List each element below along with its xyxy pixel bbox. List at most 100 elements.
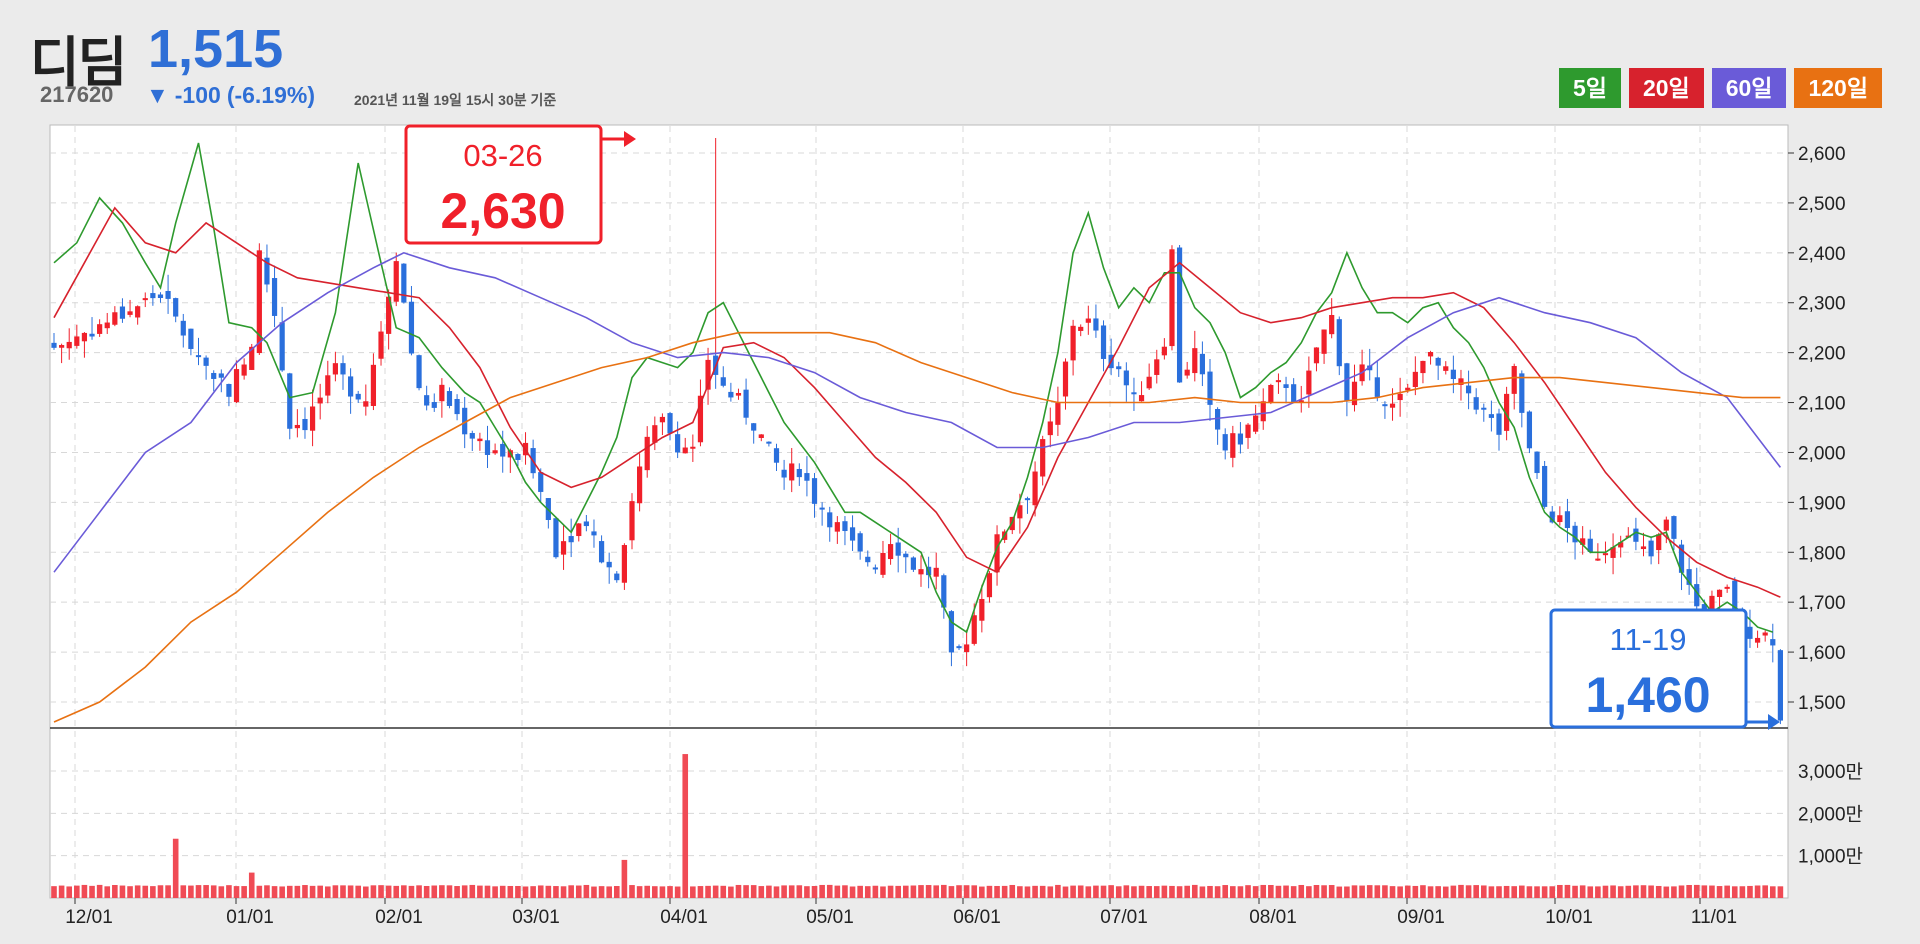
candle-body	[629, 501, 635, 541]
candle-body	[1473, 397, 1479, 410]
candle-body	[606, 561, 612, 568]
candle-body	[241, 364, 247, 376]
volume-bar	[408, 885, 415, 898]
candle-body	[614, 573, 620, 581]
volume-bar	[1176, 886, 1183, 898]
candle-body	[287, 373, 293, 429]
candle-body	[1100, 325, 1107, 359]
volume-bar	[1313, 884, 1320, 898]
volume-bar	[1237, 886, 1244, 898]
y-tick-label: 1,900	[1798, 493, 1846, 514]
volume-bar	[553, 886, 559, 898]
volume-bar	[1199, 886, 1206, 898]
candle-body	[1199, 353, 1205, 375]
volume-bar	[864, 886, 871, 898]
candle-body	[1146, 376, 1152, 389]
volume-bar	[530, 886, 536, 898]
candle-body	[849, 527, 856, 541]
volume-bar	[302, 885, 308, 898]
volume-bar	[1336, 886, 1343, 898]
volume-bar	[286, 885, 293, 898]
volume-bar	[1480, 885, 1487, 898]
volume-bar	[857, 885, 863, 898]
candle-body	[743, 389, 749, 418]
candle-body	[1131, 392, 1137, 395]
candle-body	[728, 391, 734, 398]
candle-body	[1382, 404, 1388, 407]
candle-body	[226, 383, 232, 397]
candle-body	[492, 450, 498, 454]
volume-bar	[690, 886, 696, 898]
volume-bar	[781, 885, 787, 898]
candle-body	[1443, 366, 1449, 371]
candle-body	[1055, 402, 1061, 425]
candle-body	[340, 363, 346, 375]
volume-bar	[766, 885, 772, 898]
candle-body	[81, 332, 88, 342]
volume-bar	[1519, 885, 1525, 898]
volume-bar	[248, 872, 255, 898]
volume-bar	[1032, 885, 1038, 898]
candle-body	[880, 552, 886, 575]
volume-bar	[1534, 886, 1540, 898]
date-axis: 12/01 01/01 02/01 03/01 04/01 05/01 06/01 07/01…	[65, 898, 1737, 928]
candle-body	[819, 507, 825, 510]
volume-bar	[1344, 886, 1350, 898]
volume-bar	[1184, 885, 1190, 898]
volume-bar	[309, 885, 316, 898]
volume-bar	[1146, 886, 1152, 898]
volume-tick-label: 1,000만	[1798, 846, 1863, 868]
candle-body	[1397, 393, 1403, 401]
candle-body	[271, 278, 278, 316]
candle-body	[439, 384, 445, 402]
candle-body	[1237, 433, 1244, 445]
volume-bar	[887, 885, 894, 898]
volume-bar	[1055, 884, 1061, 898]
volume-bar	[96, 884, 103, 898]
volume-bar	[1739, 886, 1746, 898]
candle-body	[1412, 371, 1418, 387]
volume-bar	[317, 885, 323, 898]
candle-body	[1268, 385, 1274, 403]
volume-bar	[1290, 886, 1297, 898]
volume-bar	[712, 885, 719, 898]
candle-body	[408, 301, 415, 354]
candle-body	[1321, 329, 1327, 354]
stock-chart[interactable]: 2,600 2,500 2,400 2,300 2,200 2,100 2,000 1,900…	[0, 0, 1920, 944]
candle-body	[1526, 411, 1533, 449]
volume-bar	[1153, 886, 1160, 898]
candle-body	[1762, 632, 1768, 636]
volume-bar	[1465, 885, 1472, 898]
candle-body	[97, 324, 103, 334]
volume-bar	[880, 886, 886, 898]
candle-body	[781, 469, 787, 478]
candle-body	[1595, 558, 1601, 561]
candle-body	[1313, 347, 1320, 364]
volume-bar	[66, 886, 73, 898]
volume-bar	[560, 886, 567, 898]
volume-bar	[1009, 884, 1016, 898]
candle-body	[1161, 346, 1167, 356]
candle-body	[1040, 439, 1046, 477]
x-tick-label: 03/01	[512, 907, 560, 928]
candle-body	[424, 395, 430, 406]
candle-body	[1062, 361, 1069, 397]
volume-bar	[431, 885, 438, 898]
volume-bar	[773, 886, 780, 898]
candle-body	[89, 333, 95, 337]
volume-bar	[104, 886, 111, 898]
candle-body	[735, 392, 742, 396]
volume-bar	[811, 885, 818, 898]
volume-bar	[1625, 885, 1632, 898]
volume-bar	[469, 884, 476, 898]
candle-body	[675, 434, 681, 453]
volume-bar	[1716, 886, 1723, 898]
volume-bar	[705, 885, 711, 898]
candle-body	[971, 615, 977, 644]
candle-body	[1374, 377, 1380, 397]
volume-bar	[1062, 886, 1069, 898]
chart-svg[interactable]: 2,600 2,500 2,400 2,300 2,200 2,100 2,000 1,900…	[0, 0, 1920, 939]
volume-bar	[423, 885, 430, 898]
volume-bar	[1222, 885, 1229, 898]
volume-bar	[1161, 885, 1168, 898]
